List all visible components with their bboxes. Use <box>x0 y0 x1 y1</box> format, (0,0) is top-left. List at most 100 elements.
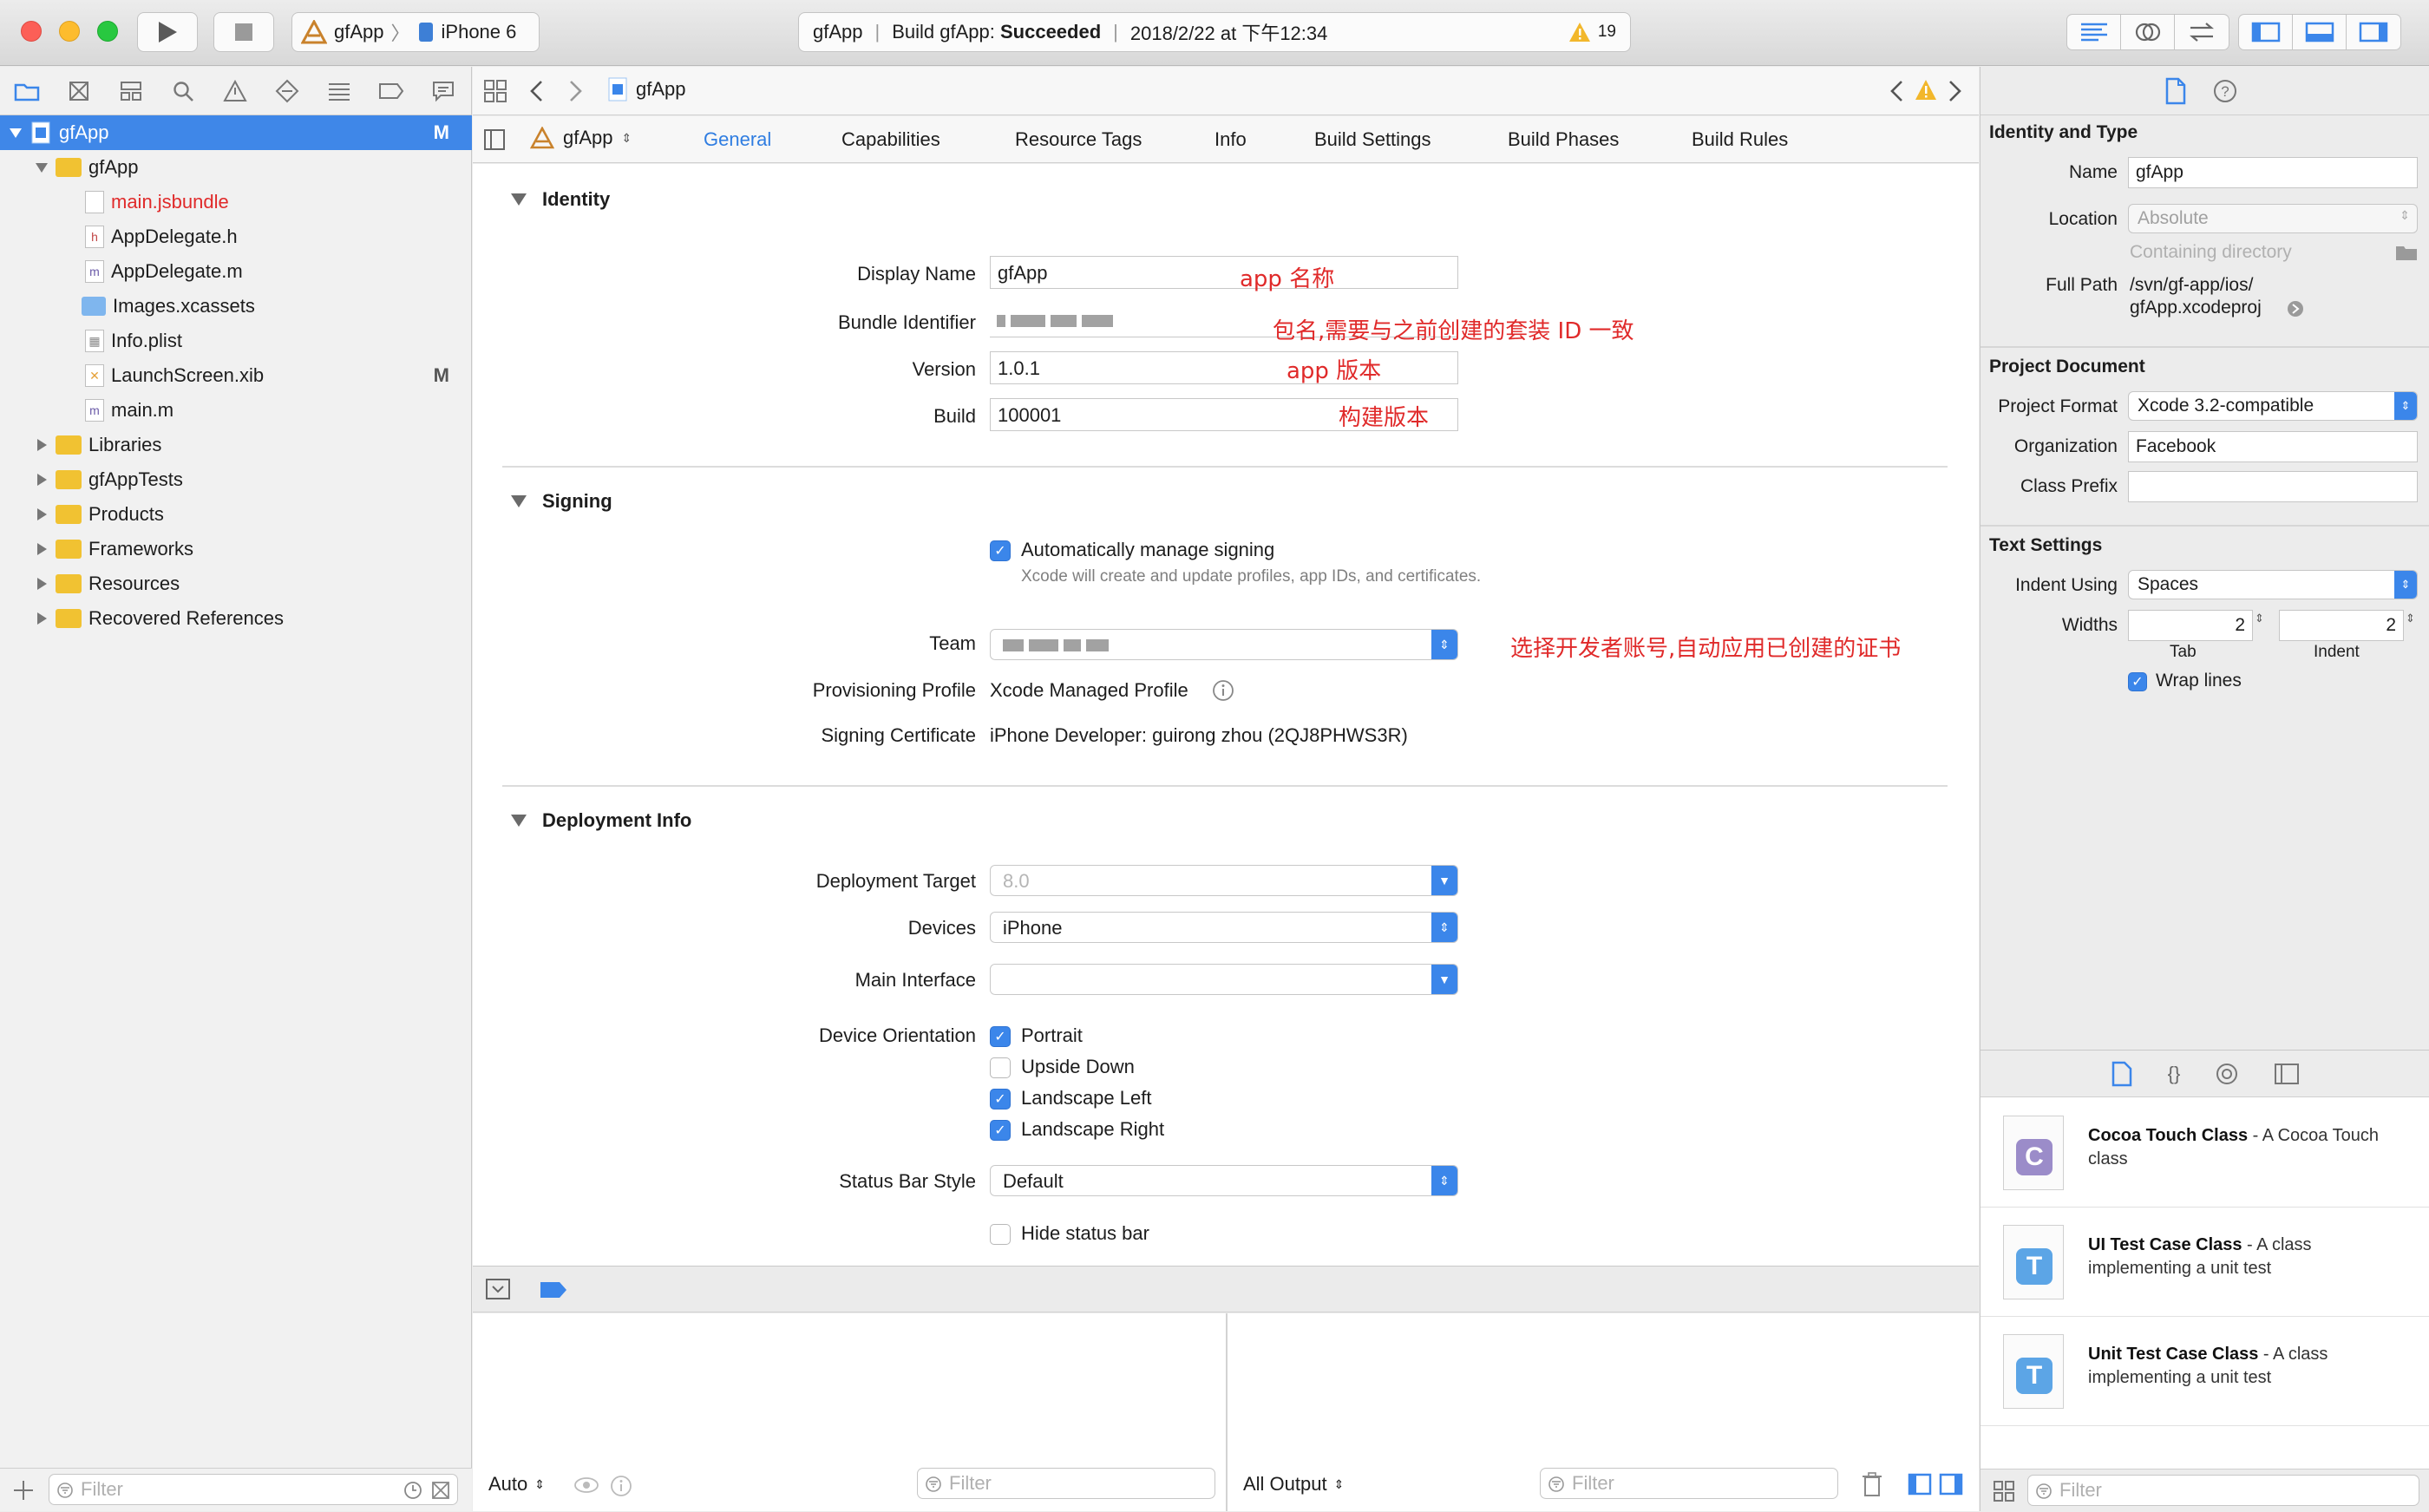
stop-button[interactable] <box>213 12 274 52</box>
reveal-arrow-icon[interactable] <box>2286 299 2305 318</box>
orientation-portrait-checkbox[interactable]: ✓ <box>990 1026 1011 1047</box>
auto-signing-checkbox[interactable]: ✓ <box>990 540 1011 561</box>
tree-item-libraries[interactable]: Libraries <box>0 428 472 462</box>
warning-icon[interactable] <box>1915 79 1937 101</box>
console-filter-input[interactable]: Filter <box>1540 1468 1838 1499</box>
library-item-cocoa-touch-class[interactable]: C Cocoa Touch Class - A Cocoa Touch clas… <box>1981 1098 2429 1208</box>
deployment-target-combo[interactable]: 8.0 ▼ <box>990 865 1458 896</box>
tab-build-rules[interactable]: Build Rules <box>1692 128 1788 151</box>
indent-using-popup[interactable]: Spaces ⇕ <box>2128 570 2418 599</box>
hide-status-bar-checkbox[interactable] <box>990 1224 1011 1245</box>
tree-item-appdelegate-h[interactable]: h AppDelegate.h <box>0 219 472 254</box>
class-prefix-field[interactable] <box>2128 471 2418 502</box>
close-window-button[interactable] <box>21 21 42 42</box>
identity-section-header[interactable]: Identity <box>511 188 610 211</box>
code-snippet-icon[interactable]: {} <box>2168 1063 2181 1085</box>
library-item-unit-test-case-class[interactable]: T Unit Test Case Class - A class impleme… <box>1981 1317 2429 1426</box>
toggle-debug-button[interactable] <box>2293 15 2347 49</box>
devices-popup[interactable]: iPhone ⇕ <box>990 912 1458 943</box>
jump-bar-path[interactable]: gfApp <box>608 77 686 101</box>
breakpoint-tag-icon[interactable] <box>376 76 406 106</box>
tab-width-stepper[interactable]: ⇕ <box>2255 612 2264 625</box>
tab-capabilities[interactable]: Capabilities <box>841 128 940 151</box>
sidebar-toggle-icon[interactable] <box>483 128 506 151</box>
issue-warning-icon[interactable] <box>220 76 250 106</box>
library-filter-input[interactable]: Filter <box>2027 1475 2419 1506</box>
forward-chevron-icon[interactable] <box>566 79 584 103</box>
variables-filter-input[interactable]: Filter <box>917 1468 1215 1499</box>
tree-item-launchscreen-xib[interactable]: ✕ LaunchScreen.xib M <box>0 358 472 393</box>
tab-build-settings[interactable]: Build Settings <box>1314 128 1431 151</box>
next-issue-chevron-icon[interactable] <box>1946 79 1963 103</box>
tree-item-main-m[interactable]: m main.m <box>0 393 472 428</box>
main-interface-combo[interactable]: ▼ <box>990 964 1458 995</box>
scheme-selector[interactable]: gfApp 〉 iPhone 6 <box>291 12 540 52</box>
tab-build-phases[interactable]: Build Phases <box>1508 128 1619 151</box>
recent-clock-icon[interactable] <box>403 1481 422 1500</box>
toggle-inspector-button[interactable] <box>2347 15 2400 49</box>
variables-scope-popup[interactable]: Auto ⇕ <box>488 1473 545 1496</box>
library-item-ui-test-case-class[interactable]: T UI Test Case Class - A class implement… <box>1981 1208 2429 1317</box>
object-library-icon[interactable] <box>2215 1062 2239 1086</box>
standard-editor-button[interactable] <box>2067 15 2121 49</box>
report-bubble-icon[interactable] <box>429 76 458 106</box>
split-left-icon[interactable] <box>1908 1473 1932 1496</box>
organization-field[interactable]: Facebook <box>2128 431 2418 462</box>
tree-item-products[interactable]: Products <box>0 497 472 532</box>
symbol-hierarchy-icon[interactable] <box>116 76 146 106</box>
project-format-popup[interactable]: Xcode 3.2-compatible ⇕ <box>2128 391 2418 421</box>
tree-item-info-plist[interactable]: ▦ Info.plist <box>0 324 472 358</box>
signing-section-header[interactable]: Signing <box>511 490 612 513</box>
tree-item-main-jsbundle[interactable]: main.jsbundle <box>0 185 472 219</box>
version-editor-button[interactable] <box>2175 15 2229 49</box>
tree-item-resources[interactable]: Resources <box>0 566 472 601</box>
tab-width-field[interactable]: 2 <box>2128 610 2253 641</box>
add-plus-icon[interactable] <box>12 1479 35 1502</box>
display-name-field[interactable]: gfApp <box>990 256 1458 289</box>
assistant-editor-button[interactable] <box>2121 15 2175 49</box>
breakpoints-toggle-icon[interactable] <box>539 1280 568 1299</box>
media-library-icon[interactable] <box>2274 1063 2300 1085</box>
eye-icon[interactable] <box>573 1475 599 1496</box>
tab-info[interactable]: Info <box>1214 128 1247 151</box>
quick-help-icon[interactable]: ? <box>2213 79 2237 103</box>
target-selector[interactable]: gfApp ⇕ <box>530 127 632 149</box>
prev-issue-chevron-icon[interactable] <box>1889 79 1906 103</box>
source-control-icon[interactable] <box>64 76 94 106</box>
hide-debug-area-icon[interactable] <box>485 1278 511 1300</box>
orientation-landscape-left-checkbox[interactable]: ✓ <box>990 1089 1011 1109</box>
debug-list-icon[interactable] <box>324 76 354 106</box>
indent-width-stepper[interactable]: ⇕ <box>2406 612 2415 625</box>
scm-filter-icon[interactable] <box>431 1481 450 1500</box>
tree-item-frameworks[interactable]: Frameworks <box>0 532 472 566</box>
minimize-window-button[interactable] <box>59 21 80 42</box>
back-chevron-icon[interactable] <box>528 79 546 103</box>
indent-width-field[interactable]: 2 <box>2279 610 2404 641</box>
search-icon[interactable] <box>168 76 198 106</box>
split-right-icon[interactable] <box>1939 1473 1963 1496</box>
console-output-popup[interactable]: All Output ⇕ <box>1243 1473 1344 1496</box>
folder-icon[interactable] <box>12 76 42 106</box>
tree-item-group-gfapp[interactable]: gfApp <box>0 150 472 185</box>
orientation-landscape-right-checkbox[interactable]: ✓ <box>990 1120 1011 1141</box>
tree-item-gfapptests[interactable]: gfAppTests <box>0 462 472 497</box>
orientation-upside-down-checkbox[interactable] <box>990 1057 1011 1078</box>
navigator-filter-input[interactable]: Filter <box>49 1474 458 1505</box>
tab-resource-tags[interactable]: Resource Tags <box>1015 128 1142 151</box>
warning-indicator[interactable]: 19 <box>1568 22 1616 43</box>
wrap-lines-checkbox[interactable]: ✓ <box>2128 672 2147 691</box>
file-template-icon[interactable] <box>2111 1061 2133 1087</box>
tab-general[interactable]: General <box>704 128 771 151</box>
toggle-navigator-button[interactable] <box>2239 15 2293 49</box>
file-inspector-icon[interactable] <box>2164 77 2187 105</box>
tree-item-recovered-references[interactable]: Recovered References <box>0 601 472 636</box>
deployment-section-header[interactable]: Deployment Info <box>511 809 691 832</box>
info-circle-icon[interactable] <box>610 1475 632 1497</box>
name-field[interactable]: gfApp <box>2128 157 2418 188</box>
zoom-window-button[interactable] <box>97 21 118 42</box>
folder-icon[interactable] <box>2395 244 2418 261</box>
grid-view-icon[interactable] <box>1993 1480 2015 1502</box>
tree-item-images-xcassets[interactable]: Images.xcassets <box>0 289 472 324</box>
related-items-grid-icon[interactable] <box>483 79 507 103</box>
tree-item-project-gfapp[interactable]: gfApp M <box>0 115 472 150</box>
